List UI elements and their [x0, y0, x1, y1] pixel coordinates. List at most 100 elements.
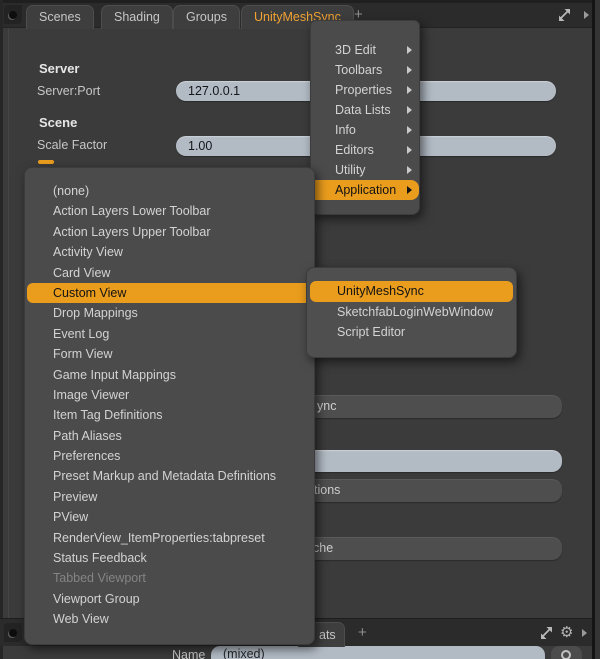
tab-stats-label: ats — [319, 628, 336, 642]
add-tab-button-bottom[interactable]: + — [358, 624, 367, 641]
tab-groups-label: Groups — [186, 10, 227, 24]
menu-item-properties[interactable]: Properties — [311, 80, 419, 100]
menu-item-preferences[interactable]: Preferences — [27, 446, 312, 466]
expand-panel-icon-bottom[interactable] — [539, 626, 554, 640]
menu-item-tabbed-viewport: Tabbed Viewport — [27, 568, 312, 588]
menu-item-3d-edit-label: 3D Edit — [335, 43, 376, 57]
menu-item-activity-view[interactable]: Activity View — [27, 242, 312, 262]
window-left-edge — [0, 0, 3, 659]
menu-item-custom-view-label: Custom View — [53, 286, 126, 300]
menu-item-editors-label: Editors — [335, 143, 374, 157]
tab-scenes-label: Scenes — [39, 10, 81, 24]
menu-item-pview[interactable]: PView — [27, 507, 312, 527]
menu-item-status-feedback[interactable]: Status Feedback — [27, 548, 312, 568]
menu-item-game-input-mappings[interactable]: Game Input Mappings — [27, 365, 312, 385]
top-tab-bar: Scenes Shading Groups UnityMeshSync + — [0, 0, 592, 28]
panel-options-arrow-icon-bottom[interactable] — [582, 629, 587, 637]
submenu-arrow-icon — [407, 46, 412, 54]
menu-item-viewport-group[interactable]: Viewport Group — [27, 589, 312, 609]
expand-panel-icon[interactable] — [557, 8, 572, 22]
circle-icon — [561, 650, 571, 659]
menu-item-custom-view[interactable]: Custom View — [27, 283, 312, 303]
menu-item-image-viewer[interactable]: Image Viewer — [27, 385, 312, 405]
menu-item-path-aliases[interactable]: Path Aliases — [27, 426, 312, 446]
unitymeshsync-panel: Scenes Shading Groups UnityMeshSync + Se… — [0, 0, 600, 659]
menu-item-none-label: (none) — [53, 184, 89, 198]
menu-item-action-layers-lower-toolbar[interactable]: Action Layers Lower Toolbar — [27, 201, 312, 221]
menu-item-none[interactable]: (none) — [27, 181, 312, 201]
menu-item-label: Card View — [53, 266, 110, 280]
menu-item-label: Item Tag Definitions — [53, 408, 163, 422]
viewport-thumb-icon — [9, 629, 17, 637]
menu-item-application[interactable]: Application — [311, 180, 419, 200]
tab-shading-label: Shading — [114, 10, 160, 24]
window-right-gutter — [595, 0, 600, 659]
panel-options-arrow-icon[interactable] — [584, 11, 589, 19]
menu-item-info-label: Info — [335, 123, 356, 137]
menu-item-label: Status Feedback — [53, 551, 147, 565]
menu-item-label: Script Editor — [337, 325, 405, 339]
menu-item-card-view[interactable]: Card View — [27, 263, 312, 283]
tab-groups[interactable]: Groups — [173, 5, 240, 29]
name-input[interactable]: (mixed) — [211, 646, 545, 659]
menu-item-sketchfab-login[interactable]: SketchfabLoginWebWindow — [310, 302, 513, 323]
viewport-corner-widget-bottom[interactable] — [4, 623, 22, 642]
menu-item-label: Event Log — [53, 327, 109, 341]
scale-factor-label: Scale Factor — [37, 138, 107, 152]
menu-item-label: Tabbed Viewport — [53, 571, 146, 585]
menu-item-web-view[interactable]: Web View — [27, 609, 312, 629]
menu-item-editors[interactable]: Editors — [311, 140, 419, 160]
menu-item-unitymeshsync[interactable]: UnityMeshSync — [310, 281, 513, 302]
search-circle-button[interactable] — [551, 646, 582, 659]
viewport-thumb-icon — [9, 11, 17, 19]
menu-item-label: Form View — [53, 347, 113, 361]
hidden-dropdown-accent-fragment — [38, 160, 54, 164]
menu-item-utility-label: Utility — [335, 163, 366, 177]
menu-item-label: SketchfabLoginWebWindow — [337, 305, 493, 319]
menu-item-event-log[interactable]: Event Log — [27, 324, 312, 344]
window-top-edge — [0, 0, 600, 3]
menu-item-data-lists-label: Data Lists — [335, 103, 391, 117]
menu-item-application-label: Application — [335, 183, 396, 197]
menu-item-data-lists[interactable]: Data Lists — [311, 100, 419, 120]
viewport-corner-widget[interactable] — [4, 5, 22, 24]
scene-section-header: Scene — [39, 115, 77, 130]
menu-item-label: Game Input Mappings — [53, 368, 176, 382]
submenu-arrow-icon — [407, 126, 412, 134]
menu-item-item-tag-definitions[interactable]: Item Tag Definitions — [27, 405, 312, 425]
submenu-arrow-icon — [407, 146, 412, 154]
menu-item-label: Action Layers Lower Toolbar — [53, 204, 211, 218]
menu-item-form-view[interactable]: Form View — [27, 344, 312, 364]
menu-item-drop-mappings[interactable]: Drop Mappings — [27, 303, 312, 323]
menu-item-properties-label: Properties — [335, 83, 392, 97]
submenu-arrow-icon — [407, 66, 412, 74]
menu-item-info[interactable]: Info — [311, 120, 419, 140]
submenu-arrow-icon — [407, 86, 412, 94]
menu-item-label: Viewport Group — [53, 592, 140, 606]
gear-icon[interactable]: ⚙ — [560, 625, 573, 640]
menu-item-label: Activity View — [53, 245, 123, 259]
definitions-button-fragment: tions — [314, 479, 340, 502]
name-label: Name — [172, 648, 205, 659]
menu-item-toolbars-label: Toolbars — [335, 63, 382, 77]
menu-item-preview[interactable]: Preview — [27, 487, 312, 507]
server-section-header: Server — [39, 61, 79, 76]
tab-shading[interactable]: Shading — [101, 5, 173, 29]
menu-item-renderview-itemproperties[interactable]: RenderView_ItemProperties:tabpreset — [27, 528, 312, 548]
menu-item-label: Action Layers Upper Toolbar — [53, 225, 211, 239]
menu-item-label: Preview — [53, 490, 97, 504]
tab-scenes[interactable]: Scenes — [26, 5, 94, 29]
submenu-arrow-icon — [407, 106, 412, 114]
menu-item-label: Drop Mappings — [53, 306, 138, 320]
menu-item-utility[interactable]: Utility — [311, 160, 419, 180]
panel-left-divider — [8, 28, 9, 618]
menu-item-label: Preferences — [53, 449, 120, 463]
menu-item-script-editor[interactable]: Script Editor — [310, 322, 513, 343]
menu-item-toolbars[interactable]: Toolbars — [311, 60, 419, 80]
menu-item-label: Preset Markup and Metadata Definitions — [53, 469, 276, 483]
menu-item-action-layers-upper-toolbar[interactable]: Action Layers Upper Toolbar — [27, 222, 312, 242]
menu-item-preset-markup[interactable]: Preset Markup and Metadata Definitions — [27, 466, 312, 486]
menu-item-label: Web View — [53, 612, 109, 626]
menu-item-3d-edit[interactable]: 3D Edit — [311, 40, 419, 60]
submenu-arrow-icon — [407, 166, 412, 174]
